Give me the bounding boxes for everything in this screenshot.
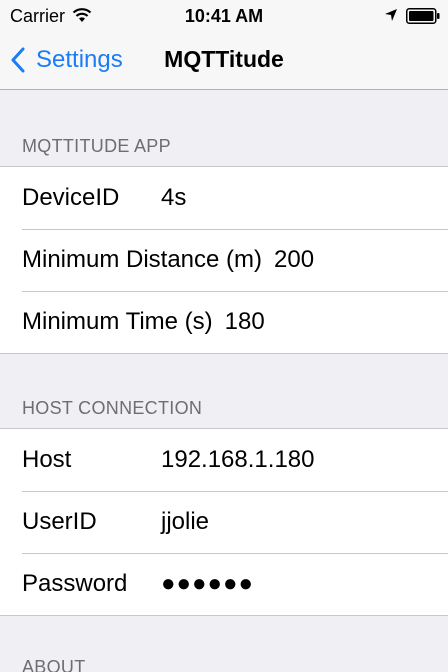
settings-group-host: Host 192.168.1.180 UserID jjolie Passwor… bbox=[0, 428, 448, 616]
host-field[interactable]: 192.168.1.180 bbox=[161, 446, 314, 474]
device-id-row[interactable]: DeviceID 4s bbox=[0, 167, 448, 229]
min-distance-label: Minimum Distance (m) bbox=[22, 246, 263, 273]
navigation-bar: Settings MQTTitude bbox=[0, 36, 448, 90]
min-distance-row[interactable]: Minimum Distance (m) 200 bbox=[0, 229, 448, 291]
battery-icon bbox=[406, 8, 440, 24]
page-title: MQTTitude bbox=[164, 46, 284, 72]
section-header-about: ABOUT bbox=[22, 657, 86, 672]
status-bar: Carrier 10:41 AM bbox=[0, 0, 448, 36]
password-field[interactable]: ●●●●●● bbox=[161, 570, 254, 598]
min-time-field[interactable]: 180 bbox=[225, 308, 265, 336]
section-header-host: HOST CONNECTION bbox=[22, 398, 203, 418]
min-time-row[interactable]: Minimum Time (s) 180 bbox=[0, 291, 448, 353]
status-time: 10:41 AM bbox=[184, 6, 264, 26]
password-label: Password bbox=[22, 570, 128, 597]
min-time-label: Minimum Time (s) bbox=[22, 308, 213, 335]
settings-group-app: DeviceID 4s Minimum Distance (m) 200 Min… bbox=[0, 166, 448, 354]
location-icon bbox=[385, 9, 397, 21]
user-id-label: UserID bbox=[22, 508, 97, 535]
host-row[interactable]: Host 192.168.1.180 bbox=[0, 429, 448, 491]
user-id-row[interactable]: UserID jjolie bbox=[0, 491, 448, 553]
device-id-field[interactable]: 4s bbox=[161, 184, 186, 212]
device-id-label: DeviceID bbox=[22, 184, 120, 211]
password-row[interactable]: Password ●●●●●● bbox=[0, 553, 448, 615]
section-header-app: MQTTITUDE APP bbox=[22, 136, 171, 156]
min-distance-field[interactable]: 200 bbox=[274, 246, 314, 274]
user-id-field[interactable]: jjolie bbox=[161, 508, 209, 536]
host-label: Host bbox=[22, 446, 72, 473]
